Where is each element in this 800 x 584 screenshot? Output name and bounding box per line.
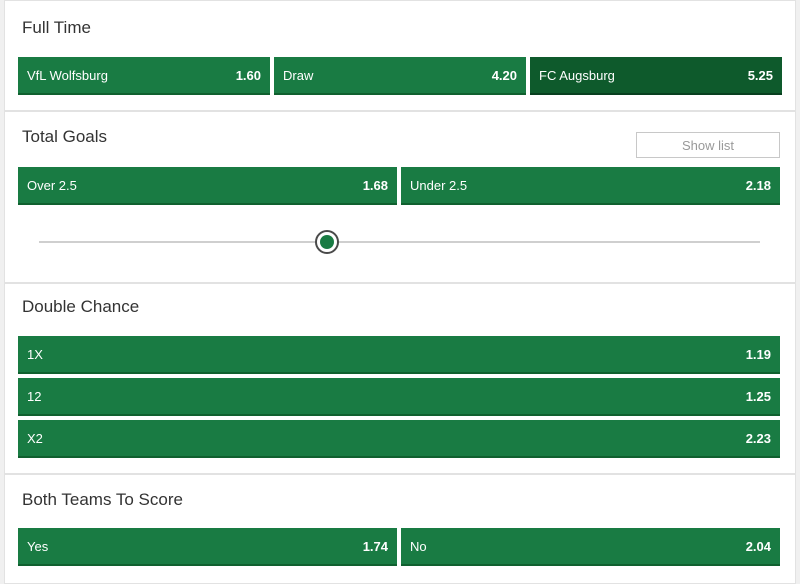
odds-label: Over 2.5 [27,177,77,193]
odds-button-yes[interactable]: Yes 1.74 [18,528,397,566]
odds-value: 5.25 [747,67,773,83]
goal-line-slider-track[interactable] [39,241,760,243]
double-chance-option-3: X2 2.23 [18,420,780,458]
odds-button-away[interactable]: FC Augsburg 5.25 [530,57,782,95]
double-chance-option-2: 12 1.25 [18,378,780,416]
odds-value: 1.68 [362,177,388,193]
odds-label: 12 [27,388,42,404]
full-time-title: Full Time [22,18,91,37]
odds-value: 2.23 [745,430,771,446]
total-goals-panel: Total Goals Show list Over 2.5 1.68 Unde… [4,111,796,283]
odds-value: 1.19 [745,346,771,362]
odds-value: 2.04 [745,538,771,554]
total-goals-title: Total Goals [22,127,108,146]
odds-value: 1.74 [362,538,388,554]
odds-value: 4.20 [491,67,517,83]
odds-label: Under 2.5 [410,177,468,193]
odds-label: FC Augsburg [539,67,615,83]
odds-button-under[interactable]: Under 2.5 2.18 [401,167,780,205]
odds-button-1x[interactable]: 1X 1.19 [18,336,780,374]
goal-line-slider-handle[interactable] [315,230,340,254]
odds-label: X2 [27,430,43,446]
btts-options: Yes 1.74 No 2.04 [18,528,780,566]
odds-label: Draw [283,67,314,83]
odds-button-no[interactable]: No 2.04 [401,528,780,566]
show-list-button[interactable]: Show list [636,132,780,158]
odds-button-over[interactable]: Over 2.5 1.68 [18,167,397,205]
full-time-panel: Full Time VfL Wolfsburg 1.60 Draw 4.20 F… [4,0,796,111]
odds-label: VfL Wolfsburg [27,67,108,83]
odds-label: No [410,538,427,554]
total-goals-options: Over 2.5 1.68 Under 2.5 2.18 [18,167,780,205]
double-chance-panel: Double Chance 1X 1.19 12 1.25 X2 2.23 [4,283,796,474]
odds-label: Yes [27,538,49,554]
odds-button-home[interactable]: VfL Wolfsburg 1.60 [18,57,270,95]
full-time-options: VfL Wolfsburg 1.60 Draw 4.20 FC Augsburg… [18,57,782,95]
odds-button-x2[interactable]: X2 2.23 [18,420,780,458]
odds-button-draw[interactable]: Draw 4.20 [274,57,526,95]
double-chance-option-1: 1X 1.19 [18,336,780,374]
odds-value: 1.60 [235,67,261,83]
odds-label: 1X [27,346,43,362]
double-chance-title: Double Chance [22,297,140,316]
btts-panel: Both Teams To Score Yes 1.74 No 2.04 [4,474,796,584]
slider-handle-dot [320,235,335,249]
odds-value: 1.25 [745,388,771,404]
btts-title: Both Teams To Score [22,490,183,509]
odds-value: 2.18 [745,177,771,193]
odds-button-12[interactable]: 12 1.25 [18,378,780,416]
